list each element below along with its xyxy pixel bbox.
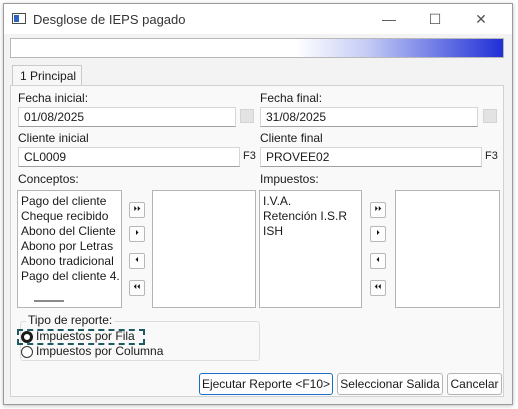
fecha-final-label: Fecha final:: [260, 91, 323, 105]
conceptos-selected-list[interactable]: [152, 190, 256, 308]
list-item[interactable]: Pago del cliente: [18, 194, 121, 209]
list-item[interactable]: Pago del cliente 4.: [18, 269, 121, 284]
cliente-final-input[interactable]: PROVEE02: [260, 147, 482, 167]
horizontal-scrollbar[interactable]: [34, 300, 64, 302]
ejecutar-reporte-button[interactable]: Ejecutar Reporte <F10>: [199, 373, 333, 395]
conceptos-add-button[interactable]: ⏵: [129, 226, 145, 242]
radio-impuestos-por-columna[interactable]: [21, 346, 33, 358]
impuestos-remove-all-button[interactable]: ⏴⏴: [370, 280, 386, 296]
fecha-final-picker[interactable]: [483, 109, 497, 123]
fecha-inicial-picker[interactable]: [240, 109, 254, 123]
cliente-inicial-f3-hint[interactable]: F3: [243, 150, 256, 162]
close-button[interactable]: ✕: [458, 4, 504, 34]
cancel-button[interactable]: Cancelar: [447, 373, 502, 395]
conceptos-add-all-button[interactable]: ⏵⏵: [129, 202, 145, 218]
fecha-inicial-input[interactable]: 01/08/2025: [18, 107, 236, 127]
list-item[interactable]: Retención I.S.R: [260, 209, 361, 224]
title-bar: Desglose de IEPS pagado — ☐ ✕: [4, 4, 512, 34]
app-window-icon: [12, 13, 26, 24]
cliente-inicial-label: Cliente inicial: [18, 131, 89, 145]
impuestos-selected-list[interactable]: [395, 190, 500, 308]
cliente-final-f3-hint[interactable]: F3: [485, 150, 498, 162]
cliente-final-label: Cliente final: [260, 131, 323, 145]
seleccionar-salida-button[interactable]: Seleccionar Salida: [337, 373, 443, 395]
list-item[interactable]: ISH: [260, 224, 361, 239]
list-item[interactable]: Abono del Cliente: [18, 224, 121, 239]
list-item[interactable]: Abono por Letras: [18, 239, 121, 254]
gradient-header-bar: [10, 38, 504, 58]
conceptos-label: Conceptos:: [18, 172, 79, 186]
conceptos-available-list[interactable]: Pago del cliente Cheque recibido Abono d…: [17, 190, 122, 308]
impuestos-add-all-button[interactable]: ⏵⏵: [370, 202, 386, 218]
impuestos-remove-button[interactable]: ⏴: [370, 253, 386, 269]
minimize-button[interactable]: —: [366, 4, 412, 34]
impuestos-label: Impuestos:: [260, 172, 319, 186]
tipo-reporte-label: Tipo de reporte:: [26, 313, 115, 327]
radio-impuestos-por-fila[interactable]: [21, 331, 33, 343]
radio-impuestos-por-columna-label[interactable]: Impuestos por Columna: [36, 344, 163, 358]
window-title: Desglose de IEPS pagado: [33, 12, 186, 27]
report-dialog: Desglose de IEPS pagado — ☐ ✕ 1 Principa…: [3, 3, 513, 405]
list-item[interactable]: Abono tradicional: [18, 254, 121, 269]
tab-principal[interactable]: 1 Principal: [12, 65, 82, 86]
impuestos-add-button[interactable]: ⏵: [370, 226, 386, 242]
conceptos-remove-button[interactable]: ⏴: [129, 253, 145, 269]
radio-impuestos-por-fila-label[interactable]: Impuestos por Fila: [36, 329, 135, 343]
cliente-inicial-input[interactable]: CL0009: [18, 147, 240, 167]
conceptos-remove-all-button[interactable]: ⏴⏴: [129, 280, 145, 296]
list-item[interactable]: I.V.A.: [260, 194, 361, 209]
maximize-button[interactable]: ☐: [412, 4, 458, 34]
fecha-inicial-label: Fecha inicial:: [18, 91, 89, 105]
impuestos-available-list[interactable]: I.V.A. Retención I.S.R ISH: [259, 190, 362, 308]
fecha-final-input[interactable]: 31/08/2025: [260, 107, 478, 127]
list-item[interactable]: Cheque recibido: [18, 209, 121, 224]
